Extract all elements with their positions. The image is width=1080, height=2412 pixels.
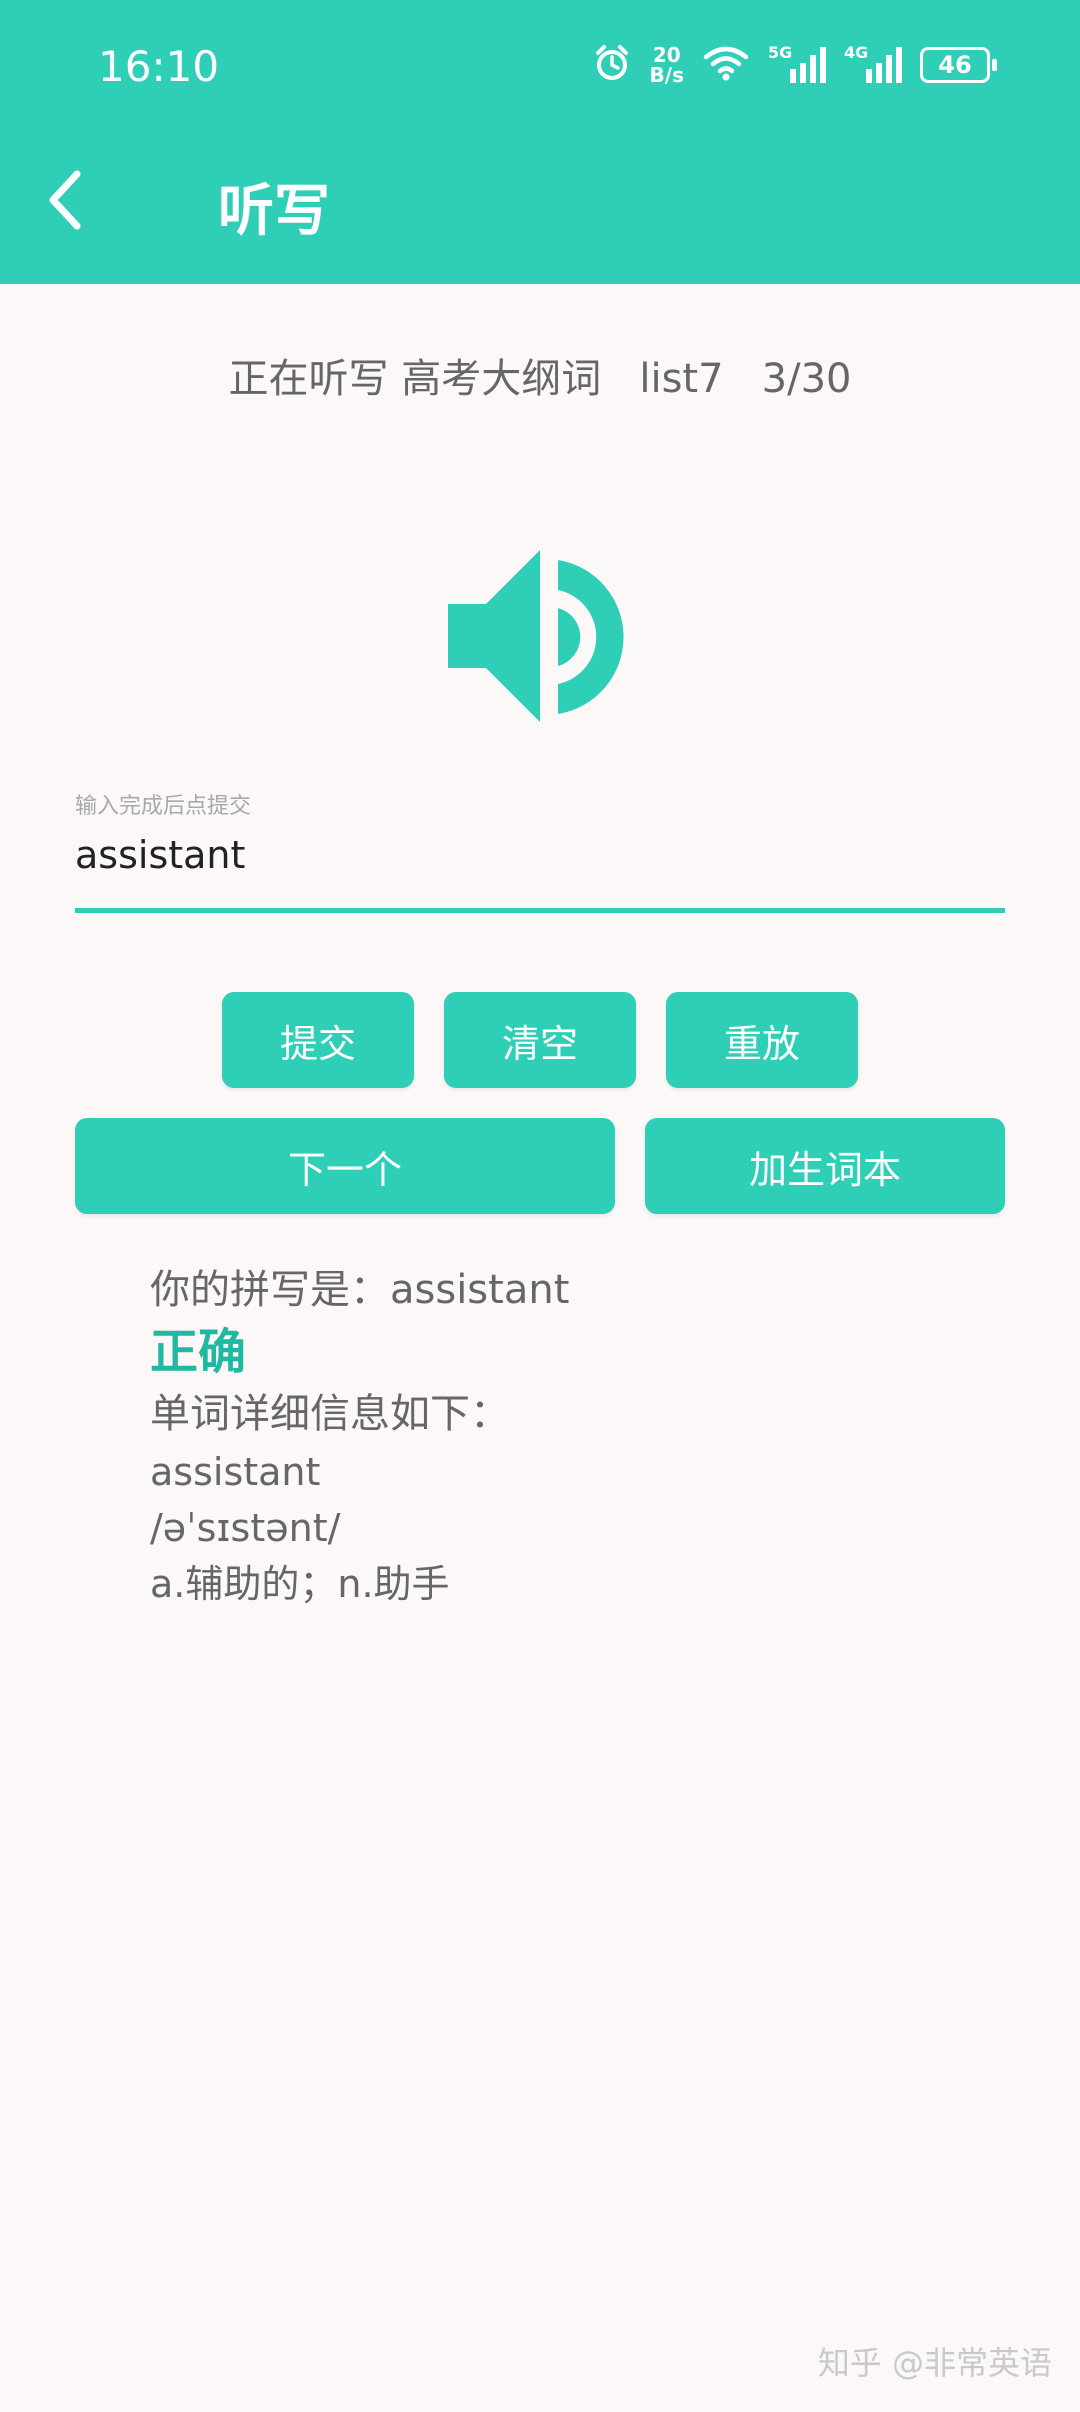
dictation-progress: 正在听写 高考大纲词 list7 3/30 — [228, 356, 852, 402]
signal-5g-icon: 5G — [768, 43, 826, 83]
chevron-left-icon — [49, 170, 81, 230]
details-label: 单词详细信息如下： — [150, 1391, 510, 1437]
net-speed-value: 20 — [652, 43, 681, 67]
signal-5g-label: 5G — [768, 43, 793, 62]
verdict: 正确 — [150, 1324, 247, 1380]
your-spelling-label: 你的拼写是： — [150, 1267, 390, 1313]
phonetic: /əˈsɪstənt/ — [150, 1506, 341, 1550]
result-panel: 你的拼写是：assistant 正确 单词详细信息如下： assistant /… — [150, 1260, 1000, 1612]
next-button[interactable]: 下一个 — [75, 1118, 615, 1214]
add-vocab-button[interactable]: 加生词本 — [645, 1118, 1005, 1214]
definition: a.辅助的；n.助手 — [150, 1562, 450, 1606]
signal-4g-icon: 4G — [844, 43, 902, 83]
battery-icon: 46 — [920, 47, 997, 83]
input-label: 输入完成后点提交 — [75, 794, 252, 819]
alarm-icon — [592, 43, 632, 87]
net-speed-unit: B/s — [649, 63, 684, 87]
clear-button[interactable]: 清空 — [444, 992, 636, 1088]
page-title: 听写 — [218, 179, 330, 244]
submit-button[interactable]: 提交 — [222, 992, 414, 1088]
watermark: 知乎 @非常英语 — [817, 2344, 1052, 2382]
signal-4g-label: 4G — [844, 43, 869, 62]
status-icons: 20 B/s 5G 4G 46 — [592, 40, 997, 90]
app-bar: 16:10 20 B/s 5G 4G 46 听写 — [0, 0, 1080, 284]
replay-button[interactable]: 重放 — [666, 992, 858, 1088]
your-spelling-value: assistant — [390, 1267, 570, 1313]
back-button[interactable] — [30, 160, 100, 240]
status-time: 16:10 — [98, 42, 220, 91]
wifi-icon — [702, 43, 750, 87]
your-spelling: 你的拼写是：assistant — [150, 1260, 1000, 1320]
spelling-input[interactable] — [75, 830, 1005, 880]
speaker-icon[interactable] — [446, 544, 632, 730]
word: assistant — [150, 1450, 321, 1494]
input-underline — [75, 908, 1005, 913]
net-speed: 20 B/s — [650, 45, 684, 85]
